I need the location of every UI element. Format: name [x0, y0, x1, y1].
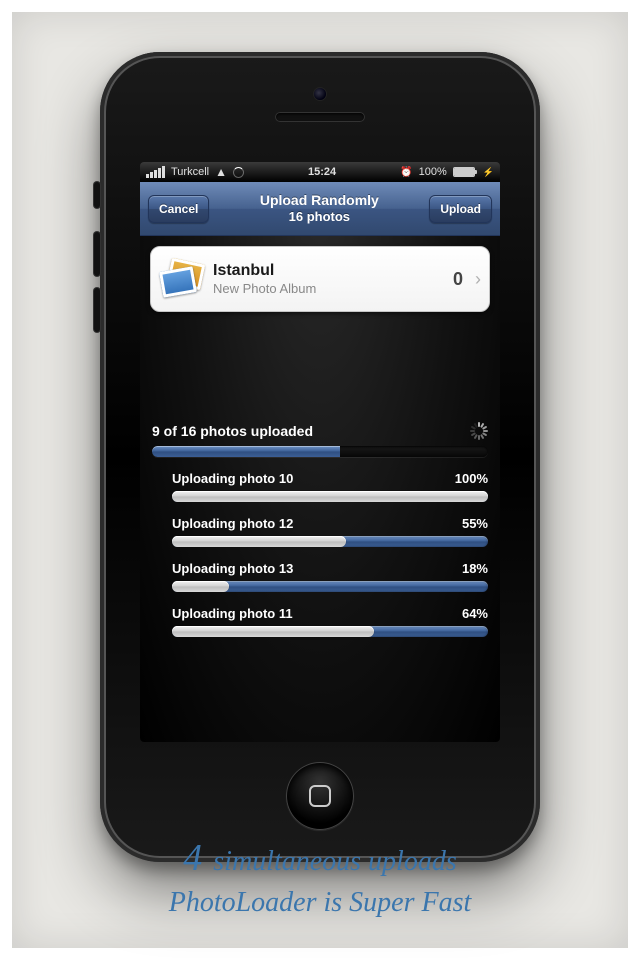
album-card[interactable]: Istanbul New Photo Album 0 ›	[150, 246, 490, 312]
upload-progress-bar	[172, 491, 488, 502]
spinner-icon	[470, 422, 488, 440]
upload-row: Uploading photo 12 55%	[152, 516, 488, 547]
upload-label: Uploading photo 10	[172, 471, 293, 486]
upload-progress-bar	[172, 626, 488, 637]
upload-progress-fill	[172, 491, 488, 502]
upload-pct: 55%	[462, 516, 488, 531]
clock-label: 15:24	[308, 166, 336, 178]
marketing-caption: 4 simultaneous uploads PhotoLoader is Su…	[12, 833, 628, 922]
chevron-right-icon: ›	[475, 269, 481, 290]
upload-row: Uploading photo 10 100%	[152, 471, 488, 502]
caption-big-number: 4	[183, 837, 202, 879]
progress-block: 9 of 16 photos uploaded Uploading photo …	[150, 422, 490, 637]
caption-line1: simultaneous uploads	[206, 846, 456, 877]
status-bar: Turkcell ▲ 15:24 ⏰ 100% ⚡	[140, 162, 500, 182]
upload-row: Uploading photo 13 18%	[152, 561, 488, 592]
upload-label: Uploading photo 13	[172, 561, 293, 576]
upload-pct: 18%	[462, 561, 488, 576]
nav-title: Upload Randomly 16 photos	[260, 192, 379, 224]
caption-line2: PhotoLoader is Super Fast	[169, 887, 472, 918]
carrier-label: Turkcell	[171, 166, 209, 178]
volume-down-button[interactable]	[94, 288, 100, 332]
home-button[interactable]	[286, 762, 354, 830]
wifi-icon: ▲	[215, 165, 227, 179]
nav-bar: Cancel Upload Randomly 16 photos Upload	[140, 182, 500, 236]
upload-label: Uploading photo 11	[172, 606, 293, 621]
cancel-button[interactable]: Cancel	[148, 195, 209, 223]
upload-progress-fill	[172, 581, 229, 592]
nav-title-line2: 16 photos	[260, 209, 379, 225]
album-name: Istanbul	[213, 262, 443, 280]
volume-up-button[interactable]	[94, 232, 100, 276]
battery-pct-label: 100%	[419, 166, 447, 178]
mute-switch[interactable]	[94, 182, 100, 208]
charging-icon: ⚡	[483, 167, 494, 178]
upload-progress-bar	[172, 581, 488, 592]
upload-progress-fill	[172, 536, 346, 547]
photo-album-icon	[159, 257, 203, 301]
overall-progress-bar	[152, 446, 488, 457]
upload-progress-bar	[172, 536, 488, 547]
phone-frame: Turkcell ▲ 15:24 ⏰ 100% ⚡ Cancel Upload …	[100, 52, 540, 862]
network-activity-icon	[233, 167, 244, 178]
album-count: 0	[453, 269, 463, 290]
upload-pct: 100%	[455, 471, 488, 486]
alarm-icon: ⏰	[400, 167, 412, 178]
screen: Turkcell ▲ 15:24 ⏰ 100% ⚡ Cancel Upload …	[140, 162, 500, 742]
upload-pct: 64%	[462, 606, 488, 621]
upload-progress-fill	[172, 626, 374, 637]
overall-progress-fill	[152, 446, 340, 457]
signal-icon	[146, 166, 165, 178]
upload-label: Uploading photo 12	[172, 516, 293, 531]
battery-icon	[453, 167, 475, 177]
upload-button[interactable]: Upload	[429, 195, 492, 223]
content-area: Istanbul New Photo Album 0 › 9 of 16 pho…	[140, 236, 500, 742]
overall-progress-label: 9 of 16 photos uploaded	[152, 423, 313, 439]
upload-row: Uploading photo 11 64%	[152, 606, 488, 637]
album-subtitle: New Photo Album	[213, 281, 443, 296]
nav-title-line1: Upload Randomly	[260, 192, 379, 208]
